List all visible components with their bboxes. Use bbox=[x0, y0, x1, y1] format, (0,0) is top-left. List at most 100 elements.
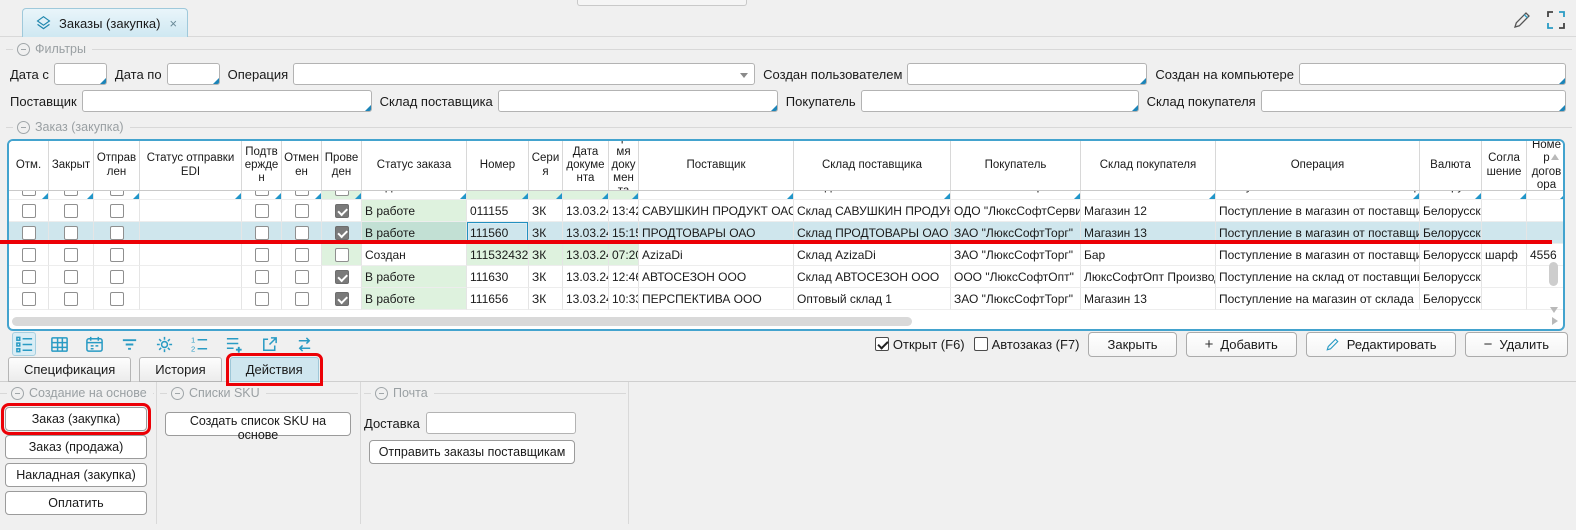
cell-otpravlen[interactable] bbox=[94, 244, 140, 266]
row-checkbox[interactable] bbox=[110, 292, 124, 306]
pay-button[interactable]: Оплатить bbox=[5, 491, 147, 515]
cell-currency[interactable]: Белорусский bbox=[1420, 191, 1482, 200]
row-checkbox[interactable] bbox=[64, 204, 78, 218]
cell-otmenen[interactable] bbox=[282, 244, 322, 266]
column-header-otm[interactable]: Отм. bbox=[9, 141, 49, 190]
cell-buyer_wh[interactable]: Магазин 13 bbox=[1081, 288, 1216, 310]
row-checkbox[interactable] bbox=[64, 191, 78, 196]
cell-podtv[interactable] bbox=[242, 288, 282, 310]
cell-buyer_wh[interactable]: Бар bbox=[1081, 244, 1216, 266]
cell-buyer[interactable]: ОДО "ЛюксСофтСервис" bbox=[951, 200, 1081, 222]
row-checkbox[interactable] bbox=[335, 191, 349, 196]
row-checkbox[interactable] bbox=[295, 270, 309, 284]
tab-actions[interactable]: Действия bbox=[230, 357, 319, 382]
table-row[interactable]: В работе111656ЗК13.03.2410:33ПЕРСПЕКТИВА… bbox=[9, 288, 1563, 310]
column-header-buyer[interactable]: Покупатель bbox=[951, 141, 1081, 190]
row-checkbox[interactable] bbox=[255, 270, 269, 284]
row-checkbox[interactable] bbox=[295, 248, 309, 262]
row-checkbox[interactable] bbox=[295, 204, 309, 218]
collapse-icon[interactable] bbox=[11, 387, 24, 400]
row-checkbox[interactable] bbox=[110, 226, 124, 240]
cell-time[interactable]: 12:46 bbox=[609, 266, 639, 288]
row-checkbox[interactable] bbox=[255, 292, 269, 306]
column-header-date[interactable]: Дата документа bbox=[563, 141, 609, 190]
scroll-up-arrow-icon[interactable] bbox=[1551, 154, 1559, 160]
cell-buyer_wh[interactable]: ЛюксСофтОпт Производство bbox=[1081, 266, 1216, 288]
cell-supplier[interactable]: САВУШКИН ПРОДУКТ ОАО bbox=[639, 200, 794, 222]
cell-status[interactable]: В работе bbox=[362, 200, 467, 222]
row-checkbox[interactable] bbox=[295, 292, 309, 306]
table-row[interactable]: В работе011155ЗК13.03.2413:42САВУШКИН ПР… bbox=[9, 200, 1563, 222]
scrollbar-thumb[interactable] bbox=[12, 317, 912, 326]
cell-nomer[interactable]: 111630 bbox=[467, 266, 529, 288]
cell-currency[interactable]: Белорусский bbox=[1420, 200, 1482, 222]
row-checkbox[interactable] bbox=[335, 248, 349, 262]
column-header-status[interactable]: Статус заказа bbox=[362, 141, 467, 190]
order-purchase-button[interactable]: Заказ (закупка) bbox=[5, 407, 147, 431]
cell-otpravlen[interactable] bbox=[94, 288, 140, 310]
row-checkbox[interactable] bbox=[22, 204, 36, 218]
row-checkbox[interactable] bbox=[335, 270, 349, 284]
operation-combobox[interactable] bbox=[293, 63, 755, 85]
cell-otm[interactable] bbox=[9, 288, 49, 310]
cell-zakryt[interactable] bbox=[49, 244, 94, 266]
cell-date[interactable]: 13.03.24 bbox=[563, 266, 609, 288]
cell-status[interactable]: В работе bbox=[362, 266, 467, 288]
cell-buyer[interactable]: ООО "ЛюксСофтОпт" bbox=[951, 266, 1081, 288]
cell-otmenen[interactable] bbox=[282, 191, 322, 200]
calendar-button[interactable] bbox=[82, 332, 106, 356]
column-header-time[interactable]: Время документа bbox=[609, 141, 639, 190]
row-checkbox[interactable] bbox=[64, 270, 78, 284]
row-checkbox[interactable] bbox=[110, 204, 124, 218]
cell-date[interactable]: 13.03.24 bbox=[563, 244, 609, 266]
column-header-supplier_wh[interactable]: Склад поставщика bbox=[794, 141, 951, 190]
cell-zakryt[interactable] bbox=[49, 266, 94, 288]
row-checkbox[interactable] bbox=[255, 248, 269, 262]
row-checkbox[interactable] bbox=[22, 292, 36, 306]
table-row[interactable]: В работе111630ЗК13.03.2412:46АВТОСЕЗОН О… bbox=[9, 266, 1563, 288]
cell-zakryt[interactable] bbox=[49, 288, 94, 310]
create-sku-list-button[interactable]: Создать список SKU на основе bbox=[165, 412, 351, 436]
row-checkbox[interactable] bbox=[22, 191, 36, 196]
open-checkbox-row[interactable]: Открыт (F6) bbox=[875, 337, 965, 352]
column-header-nomer[interactable]: Номер bbox=[467, 141, 529, 190]
column-header-proveden[interactable]: Проведен bbox=[322, 141, 362, 190]
column-header-buyer_wh[interactable]: Склад покупателя bbox=[1081, 141, 1216, 190]
scroll-right-arrow-icon[interactable] bbox=[1552, 317, 1558, 325]
send-orders-button[interactable]: Отправить заказы поставщикам bbox=[369, 440, 575, 464]
collapse-icon[interactable] bbox=[375, 387, 388, 400]
cell-otm[interactable] bbox=[9, 200, 49, 222]
created-by-user-input[interactable] bbox=[907, 63, 1147, 85]
tab-specification[interactable]: Спецификация bbox=[8, 357, 131, 382]
cell-operation[interactable]: Поступление на склад от поставщика bbox=[1216, 266, 1420, 288]
cell-supplier[interactable]: AzizaDi bbox=[639, 244, 794, 266]
cell-nomer[interactable]: 011155 bbox=[467, 200, 529, 222]
date-to-input[interactable] bbox=[167, 63, 220, 85]
tab-orders-purchase[interactable]: Заказы (закупка) × bbox=[22, 8, 188, 37]
invoice-purchase-button[interactable]: Накладная (закупка) bbox=[5, 463, 147, 487]
cell-otm[interactable] bbox=[9, 266, 49, 288]
cell-date[interactable]: 13.03.24 bbox=[563, 200, 609, 222]
row-checkbox[interactable] bbox=[255, 204, 269, 218]
cell-proveden[interactable] bbox=[322, 288, 362, 310]
cell-proveden[interactable] bbox=[322, 266, 362, 288]
cell-seriya[interactable]: ЗК bbox=[529, 288, 563, 310]
column-header-otpravlen[interactable]: Отправлен bbox=[94, 141, 140, 190]
cell-agreement[interactable] bbox=[1482, 266, 1527, 288]
collapse-icon[interactable] bbox=[17, 121, 30, 134]
column-header-agreement[interactable]: Соглашение bbox=[1482, 141, 1527, 190]
cell-proveden[interactable] bbox=[322, 191, 362, 200]
cell-supplier[interactable]: АВТОСЕЗОН ООО bbox=[639, 191, 794, 200]
column-header-supplier[interactable]: Поставщик bbox=[639, 141, 794, 190]
column-header-operation[interactable]: Операция bbox=[1216, 141, 1420, 190]
table-grid-button[interactable] bbox=[47, 332, 71, 356]
row-checkbox[interactable] bbox=[295, 191, 309, 196]
cell-operation[interactable]: Поступление в магазин от поставщика bbox=[1216, 191, 1420, 200]
cell-status[interactable]: В работе bbox=[362, 288, 467, 310]
delivery-input[interactable] bbox=[426, 412, 576, 434]
transfer-button[interactable] bbox=[292, 332, 316, 356]
cell-time[interactable]: 07:20 bbox=[609, 244, 639, 266]
edit-button[interactable]: Редактировать bbox=[1306, 332, 1456, 357]
cell-edi[interactable] bbox=[140, 191, 242, 200]
autoorder-checkbox[interactable] bbox=[974, 337, 988, 351]
